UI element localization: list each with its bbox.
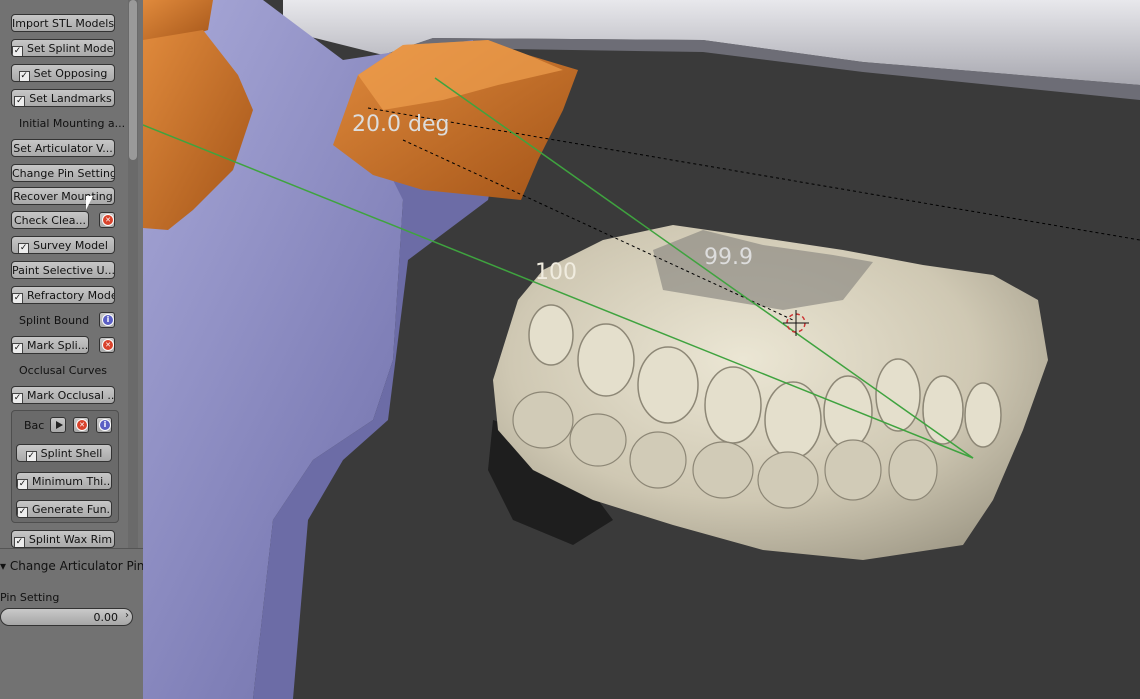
import-stl-button[interactable]: Import STL Models bbox=[11, 14, 115, 32]
info-icon[interactable] bbox=[99, 312, 115, 328]
set-opposing-button[interactable]: ✓ Set Opposing bbox=[11, 64, 115, 82]
set-splint-model-button[interactable]: ✓ Set Splint Model bbox=[11, 39, 115, 57]
measurement-label: 99.9 bbox=[704, 245, 753, 270]
checkbox-icon[interactable]: ✓ bbox=[18, 243, 30, 253]
remove-icon[interactable] bbox=[73, 417, 89, 433]
scene-svg bbox=[143, 0, 1140, 699]
remove-icon[interactable] bbox=[99, 212, 115, 228]
survey-model-button[interactable]: ✓ Survey Model bbox=[11, 236, 115, 254]
checkbox-icon[interactable]: ✓ bbox=[12, 46, 23, 56]
pin-setting-label: Pin Setting bbox=[0, 591, 60, 604]
mouse-pointer-icon bbox=[86, 196, 93, 210]
minimum-thickness-button[interactable]: ✓ Minimum Thi... bbox=[16, 472, 112, 490]
mark-splint-button[interactable]: ✓ Mark Spli... bbox=[11, 336, 89, 354]
tool-panel: Import STL Models ✓ Set Splint Model ✓ Set… bbox=[0, 0, 144, 699]
paint-selective-button[interactable]: Paint Selective U... bbox=[11, 261, 115, 279]
section-header[interactable]: ▾ Change Articulator Pin bbox=[0, 559, 144, 573]
splint-bound-label: Splint Bound bbox=[19, 314, 90, 327]
play-icon[interactable] bbox=[50, 417, 66, 433]
set-landmarks-button[interactable]: ✓ Set Landmarks bbox=[11, 89, 115, 107]
mark-occlusal-button[interactable]: ✓ Mark Occlusal ... bbox=[11, 386, 115, 404]
checkbox-icon[interactable]: ✓ bbox=[17, 507, 28, 517]
checkbox-icon[interactable]: ✓ bbox=[25, 451, 37, 461]
angle-label: 20.0 deg bbox=[352, 112, 450, 137]
remove-icon[interactable] bbox=[99, 337, 115, 353]
checkbox-icon[interactable]: ✓ bbox=[17, 479, 28, 489]
info-icon[interactable] bbox=[96, 417, 112, 433]
pin-setting-slider[interactable]: 0.00 › bbox=[0, 608, 133, 626]
occlusal-curves-label: Occlusal Curves bbox=[19, 364, 107, 377]
checkbox-icon[interactable]: ✓ bbox=[14, 96, 26, 106]
splint-shell-button[interactable]: ✓ Splint Shell bbox=[16, 444, 112, 462]
set-articulator-button[interactable]: Set Articulator V... bbox=[11, 139, 115, 157]
measurement-label: 100 bbox=[535, 260, 577, 285]
bac-label: Bac bbox=[24, 419, 45, 432]
refractory-model-button[interactable]: ✓ Refractory Model bbox=[11, 286, 115, 304]
checkbox-icon[interactable]: ✓ bbox=[12, 293, 23, 303]
initial-mounting-button[interactable]: Initial Mounting a... bbox=[19, 117, 125, 130]
scrollbar-thumb[interactable] bbox=[129, 0, 137, 160]
checkbox-icon[interactable]: ✓ bbox=[12, 343, 23, 353]
checkbox-icon[interactable]: ✓ bbox=[13, 537, 25, 547]
change-pin-setting-button[interactable]: Change Pin Setting bbox=[11, 164, 115, 182]
3d-viewport[interactable]: 20.0 deg 99.9 100 bbox=[143, 0, 1140, 699]
recover-mounting-button[interactable]: Recover Mounting bbox=[11, 187, 115, 205]
generate-fun-button[interactable]: ✓ Generate Fun... bbox=[16, 500, 112, 518]
checkbox-icon[interactable]: ✓ bbox=[18, 71, 30, 81]
check-clearance-button[interactable]: Check Clea... bbox=[11, 211, 89, 229]
splint-wax-rim-button[interactable]: ✓ Splint Wax Rim bbox=[11, 530, 115, 548]
increment-arrow-icon[interactable]: › bbox=[125, 610, 129, 621]
collapse-arrow-icon[interactable]: ▾ bbox=[0, 559, 6, 573]
panel-scrollbar[interactable] bbox=[128, 0, 138, 548]
checkbox-icon[interactable]: ✓ bbox=[12, 393, 23, 403]
pin-setting-value: 0.00 bbox=[93, 611, 119, 624]
